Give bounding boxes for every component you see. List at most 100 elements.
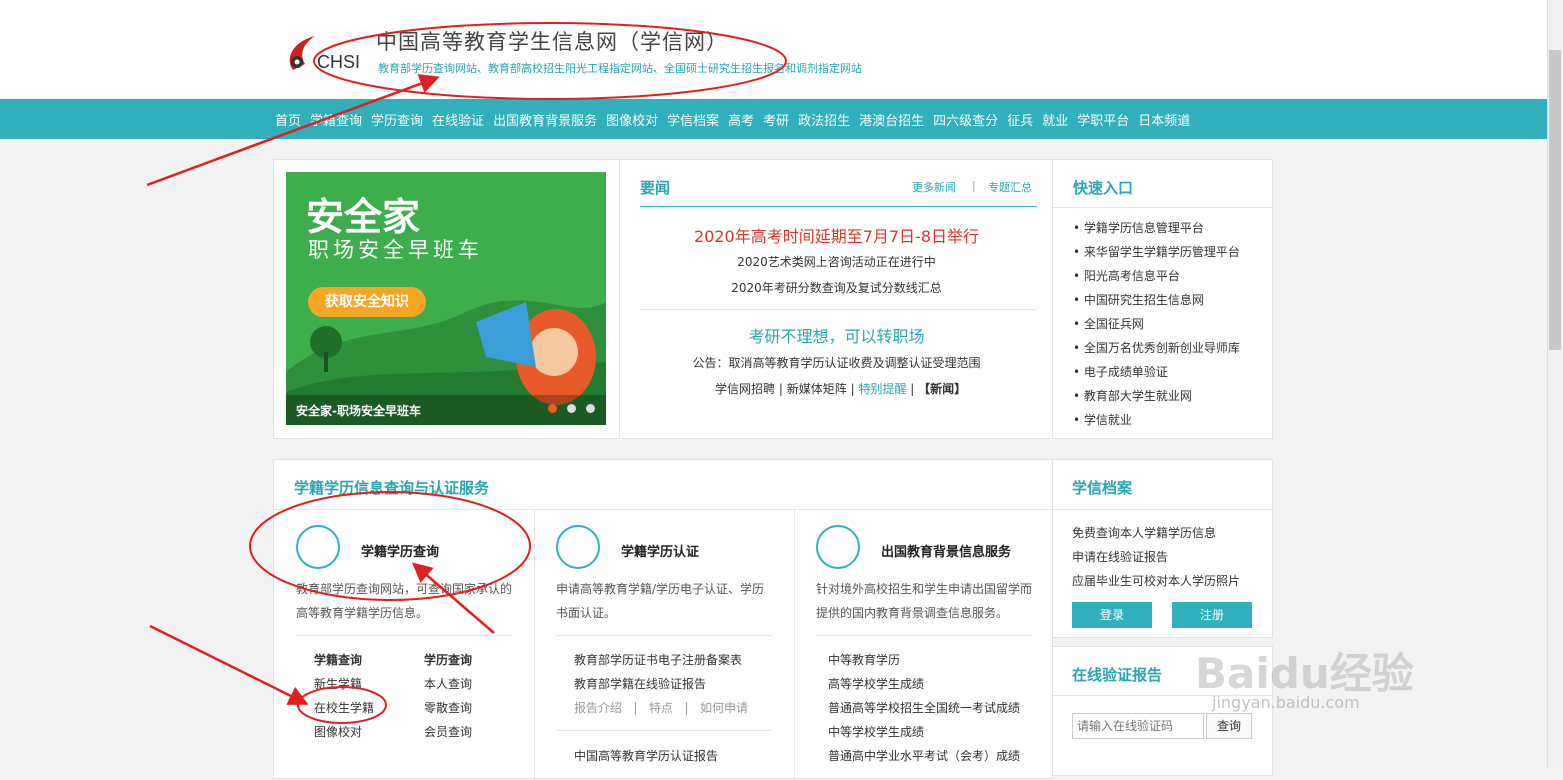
register-button[interactable]: 注册 [1172, 602, 1252, 628]
quick-link[interactable]: • 全国征兵网 [1073, 315, 1144, 332]
separator: | [684, 701, 689, 715]
card-title-cert[interactable]: 学籍学历认证 [621, 541, 699, 560]
archive-title: 学信档案 [1072, 479, 1133, 497]
scrollbar-thumb[interactable] [1549, 50, 1561, 350]
quick-link[interactable]: • 来华留学生学籍学历管理平台 [1073, 243, 1240, 260]
quick-link[interactable]: • 学籍学历信息管理平台 [1073, 219, 1204, 236]
nav-jobs[interactable]: 就业 [1042, 110, 1073, 129]
nav-career[interactable]: 学职平台 [1077, 110, 1134, 129]
enrolled-student-link[interactable]: 在校生学籍 [314, 699, 374, 716]
nav-abroad[interactable]: 出国教育背景服务 [493, 110, 602, 129]
cert-report-link[interactable]: 中国高等教育学历认证报告 [574, 747, 718, 764]
card-divider [556, 635, 772, 636]
archive-item: 申请在线验证报告 [1072, 550, 1169, 564]
baidu-watermark: Baidu经验 [1195, 649, 1414, 698]
image-check-link[interactable]: 图像校对 [314, 723, 362, 740]
nav-kaoyan[interactable]: 考研 [763, 110, 794, 129]
verify-query-button[interactable]: 查询 [1206, 713, 1252, 739]
abroad-item[interactable]: 中等教育学历 [828, 651, 900, 668]
news-tag-link[interactable]: 【新闻】 [918, 382, 966, 396]
abroad-service-icon [816, 525, 860, 569]
quick-divider [1053, 207, 1273, 208]
carousel-dot[interactable] [567, 404, 576, 413]
news-column: 要闻 更多新闻 | 专题汇总 2020年高考时间延期至7月7日-8日举行 202… [619, 159, 1053, 439]
verify-code-input[interactable] [1072, 713, 1204, 739]
nav-list: 首页 学籍查询 学历查询 在线验证 出国教育背景服务 图像校对 学信档案 高考 … [275, 99, 1199, 139]
registration-form-link[interactable]: 教育部学历证书电子注册备案表 [574, 651, 742, 668]
site-subtitle: 教育部学历查询网站、教育部高校招生阳光工程指定网站、全国硕士研究生招生报名和调剂… [378, 62, 862, 75]
news-item[interactable]: 2020艺术类网上咨询活动正在进行中 [620, 253, 1053, 270]
verify-title: 在线验证报告 [1072, 666, 1163, 684]
online-report-link[interactable]: 教育部学籍在线验证报告 [574, 675, 706, 692]
carousel-dot-active[interactable] [548, 404, 557, 413]
banner-carousel[interactable]: 安全家 职场安全早班车 获取安全知识 安全家-职场安全早班车 [286, 172, 606, 425]
news-item[interactable]: 2020年考研分数查询及复试分数线汇总 [620, 279, 1053, 296]
nav-online-verify[interactable]: 在线验证 [432, 110, 489, 129]
news-divider [640, 206, 1037, 207]
abroad-item[interactable]: 普通高等学校招生全国统一考试成绩 [828, 699, 1020, 716]
news-title: 要闻 [640, 179, 671, 197]
archive-panel: 学信档案 免费查询本人学籍学历信息 申请在线验证报告 应届毕业生可校对本人学历照… [1052, 459, 1273, 638]
chsi-logo[interactable]: CHSI [283, 30, 363, 80]
self-query-link[interactable]: 本人查询 [424, 675, 472, 692]
xueli-query-heading[interactable]: 学历查询 [424, 651, 472, 668]
nav-archive[interactable]: 学信档案 [667, 110, 724, 129]
services-divider [274, 509, 1052, 510]
single-query-link[interactable]: 零散查询 [424, 699, 472, 716]
news-divider [640, 309, 1037, 310]
carousel-dot[interactable] [586, 404, 595, 413]
banner-cta-button[interactable]: 获取安全知识 [308, 287, 426, 317]
quick-title: 快速入口 [1073, 179, 1134, 197]
nav-law[interactable]: 政法招生 [798, 110, 855, 129]
nav-home[interactable]: 首页 [275, 110, 306, 129]
nav-military[interactable]: 征兵 [1007, 110, 1038, 129]
card-desc-cert: 申请高等教育学籍/学历电子认证、学历书面认证。 [556, 582, 765, 620]
archive-divider [1053, 509, 1272, 510]
xueji-query-heading[interactable]: 学籍查询 [314, 651, 362, 668]
services-panel: 学籍学历信息查询与认证服务 学籍学历查询 教育部学历查询网站，可查询国家承认的高… [273, 459, 1053, 780]
card-title-query[interactable]: 学籍学历查询 [361, 541, 439, 560]
member-query-link[interactable]: 会员查询 [424, 723, 472, 740]
site-header: CHSI 中国高等教育学生信息网（学信网） 教育部学历查询网站、教育部高校招生阳… [0, 0, 1547, 99]
quick-link[interactable]: • 中国研究生招生信息网 [1073, 291, 1204, 308]
quick-link[interactable]: • 阳光高考信息平台 [1073, 267, 1180, 284]
topics-link[interactable]: 专题汇总 [988, 179, 1032, 195]
abroad-item[interactable]: 普通高中学业水平考试（会考）成绩 [828, 747, 1020, 764]
card-divider [556, 730, 772, 731]
nav-cet[interactable]: 四六级查分 [933, 110, 1003, 129]
card-desc-query: 教育部学历查询网站，可查询国家承认的高等教育学籍学历信息。 [296, 582, 513, 620]
news-links: 学信网招聘 | 新媒体矩阵 | 特别提醒 | 【新闻】 [715, 380, 966, 397]
news-separator: | [972, 179, 976, 192]
nav-image-check[interactable]: 图像校对 [606, 110, 663, 129]
card-title-abroad[interactable]: 出国教育背景信息服务 [881, 541, 1011, 560]
nav-japan[interactable]: 日本频道 [1138, 110, 1195, 129]
report-intro-link[interactable]: 报告介绍 [574, 701, 622, 715]
nav-xueli[interactable]: 学历查询 [371, 110, 428, 129]
site-title: 中国高等教育学生信息网（学信网） [376, 30, 728, 54]
nav-hkmt[interactable]: 港澳台招生 [859, 110, 929, 129]
nav-gaokao[interactable]: 高考 [728, 110, 759, 129]
media-link[interactable]: 新媒体矩阵 [787, 382, 847, 396]
news-headline[interactable]: 2020年高考时间延期至7月7日-8日举行 [620, 223, 1053, 247]
login-button[interactable]: 登录 [1072, 602, 1152, 628]
report-links: 报告介绍 | 特点 | 如何申请 [574, 699, 748, 716]
separator: | [910, 382, 915, 396]
logo-text: CHSI [317, 52, 361, 72]
quick-link[interactable]: • 电子成绩单验证 [1073, 363, 1168, 380]
quick-link[interactable]: • 教育部大学生就业网 [1073, 387, 1192, 404]
news-headline-2[interactable]: 考研不理想，可以转职场 [620, 323, 1053, 347]
new-student-link[interactable]: 新生学籍 [314, 675, 362, 692]
features-link[interactable]: 特点 [649, 701, 673, 715]
news-notice[interactable]: 公告：取消高等教育学历认证收费及调整认证受理范围 [620, 354, 1053, 371]
recruit-link[interactable]: 学信网招聘 [715, 382, 775, 396]
notice-link[interactable]: 特别提醒 [858, 382, 906, 396]
more-news-link[interactable]: 更多新闻 [912, 179, 956, 195]
how-to-apply-link[interactable]: 如何申请 [700, 701, 748, 715]
quick-link[interactable]: • 学信就业 [1073, 411, 1132, 428]
abroad-item[interactable]: 中等学校学生成绩 [828, 723, 924, 740]
separator: | [633, 701, 638, 715]
quick-link[interactable]: • 全国万名优秀创新创业导师库 [1073, 339, 1240, 356]
abroad-item[interactable]: 高等学校学生成绩 [828, 675, 924, 692]
main-nav: 首页 学籍查询 学历查询 在线验证 出国教育背景服务 图像校对 学信档案 高考 … [0, 99, 1547, 139]
nav-xueji[interactable]: 学籍查询 [310, 110, 367, 129]
